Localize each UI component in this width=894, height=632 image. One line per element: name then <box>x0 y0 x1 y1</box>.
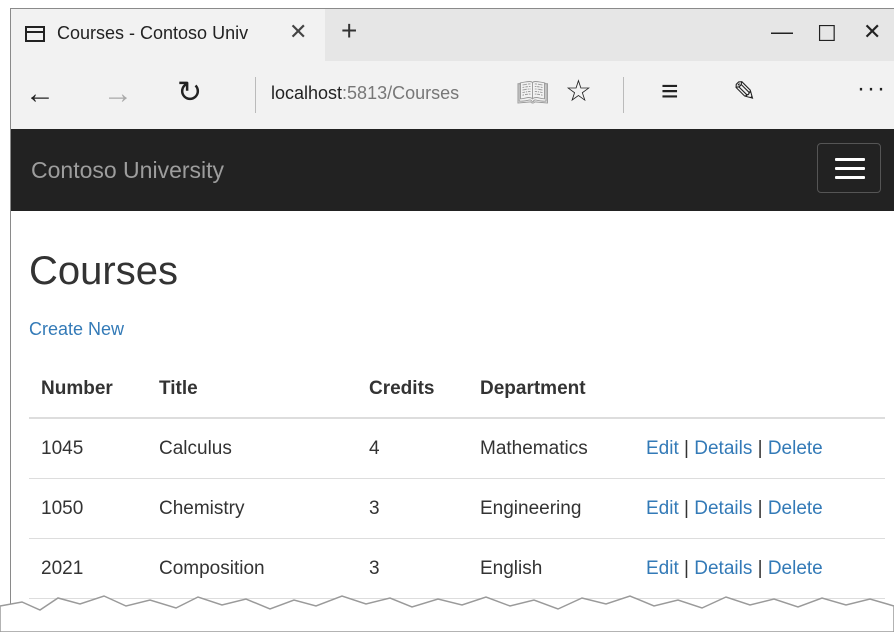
column-header-credits: Credits <box>357 361 468 419</box>
page-content: Courses Create New Number Title Credits … <box>11 211 894 621</box>
close-window-icon[interactable]: ✕ <box>863 19 881 45</box>
cell-department: Engineering <box>468 478 634 539</box>
column-header-title: Title <box>147 361 357 419</box>
action-separator: | <box>684 497 689 519</box>
tab-strip: Courses - Contoso Univ ✕ + — ☐ ✕ <box>11 9 894 61</box>
action-separator: | <box>757 497 763 519</box>
cell-department: Mathematics <box>468 418 634 479</box>
cell-credits: 3 <box>357 478 468 539</box>
cell-actions: Edit | Details | Delete <box>634 478 885 539</box>
maximize-icon[interactable]: ☐ <box>817 21 837 47</box>
delete-link[interactable]: Delete <box>768 558 823 579</box>
address-field[interactable]: localhost:5813/Courses <box>271 83 491 104</box>
hub-icon[interactable]: ≡ <box>661 75 679 109</box>
url-host: localhost <box>271 83 343 103</box>
table-row: 1045 Calculus 4 Mathematics Edit | Detai… <box>29 418 885 479</box>
details-link[interactable]: Details <box>694 498 752 519</box>
edit-link[interactable]: Edit <box>646 438 679 459</box>
forward-arrow-icon[interactable]: → <box>103 77 133 111</box>
details-link[interactable]: Details <box>694 558 752 579</box>
cell-number: 1050 <box>29 478 147 539</box>
cell-title: Calculus <box>147 418 357 479</box>
cell-credits: 4 <box>357 418 468 479</box>
column-header-department: Department <box>468 361 634 419</box>
toolbar-divider <box>255 77 256 113</box>
minimize-icon[interactable]: — <box>771 19 793 45</box>
cell-department: English <box>468 538 634 599</box>
cell-title: Composition <box>147 538 357 599</box>
tab-title: Courses - Contoso Univ <box>57 23 249 43</box>
action-separator: | <box>684 437 689 459</box>
action-separator: | <box>757 557 763 579</box>
cell-actions: Edit | Details | Delete <box>634 538 885 599</box>
cell-title: Chemistry <box>147 478 357 539</box>
web-note-icon[interactable]: ✎ <box>733 75 756 108</box>
action-separator: | <box>757 437 763 459</box>
delete-link[interactable]: Delete <box>768 438 823 459</box>
url-path: :5813/Courses <box>342 83 460 103</box>
cell-actions: Edit | Details | Delete <box>634 418 885 479</box>
back-arrow-icon[interactable]: ← <box>25 77 55 111</box>
star-icon[interactable]: ☆ <box>565 74 592 109</box>
column-header-number: Number <box>29 361 147 419</box>
refresh-icon[interactable]: ↻ <box>177 75 202 110</box>
action-separator: | <box>684 557 689 579</box>
hamburger-icon[interactable] <box>817 143 881 193</box>
browser-window: Courses - Contoso Univ ✕ + — ☐ ✕ ← → ↻ l… <box>10 8 894 621</box>
site-navbar: Contoso University <box>11 129 894 211</box>
more-icon[interactable]: ··· <box>857 75 887 103</box>
table-header-row: Number Title Credits Department <box>29 361 885 419</box>
courses-table: Number Title Credits Department 1045 Cal… <box>29 361 885 599</box>
close-icon[interactable]: ✕ <box>289 19 307 45</box>
edit-link[interactable]: Edit <box>646 498 679 519</box>
toolbar-divider <box>623 77 624 113</box>
plus-icon[interactable]: + <box>341 15 357 47</box>
page-title: Courses <box>29 249 178 293</box>
edit-link[interactable]: Edit <box>646 558 679 579</box>
table-row: 1050 Chemistry 3 Engineering Edit | Deta… <box>29 478 885 539</box>
create-new-link[interactable]: Create New <box>29 319 124 340</box>
tab-page-icon <box>25 26 45 42</box>
site-brand[interactable]: Contoso University <box>31 157 224 184</box>
column-header-actions <box>634 361 885 419</box>
cell-number: 2021 <box>29 538 147 599</box>
table-row: 2021 Composition 3 English Edit | Detail… <box>29 538 885 599</box>
delete-link[interactable]: Delete <box>768 498 823 519</box>
details-link[interactable]: Details <box>694 438 752 459</box>
address-toolbar: ← → ↻ localhost:5813/Courses 📖︎ ☆ ≡ ✎ ··… <box>11 61 894 129</box>
cell-number: 1045 <box>29 418 147 479</box>
browser-tab[interactable]: Courses - Contoso Univ ✕ <box>11 9 325 61</box>
cell-credits: 3 <box>357 538 468 599</box>
reading-view-icon[interactable]: 📖︎ <box>516 77 549 108</box>
